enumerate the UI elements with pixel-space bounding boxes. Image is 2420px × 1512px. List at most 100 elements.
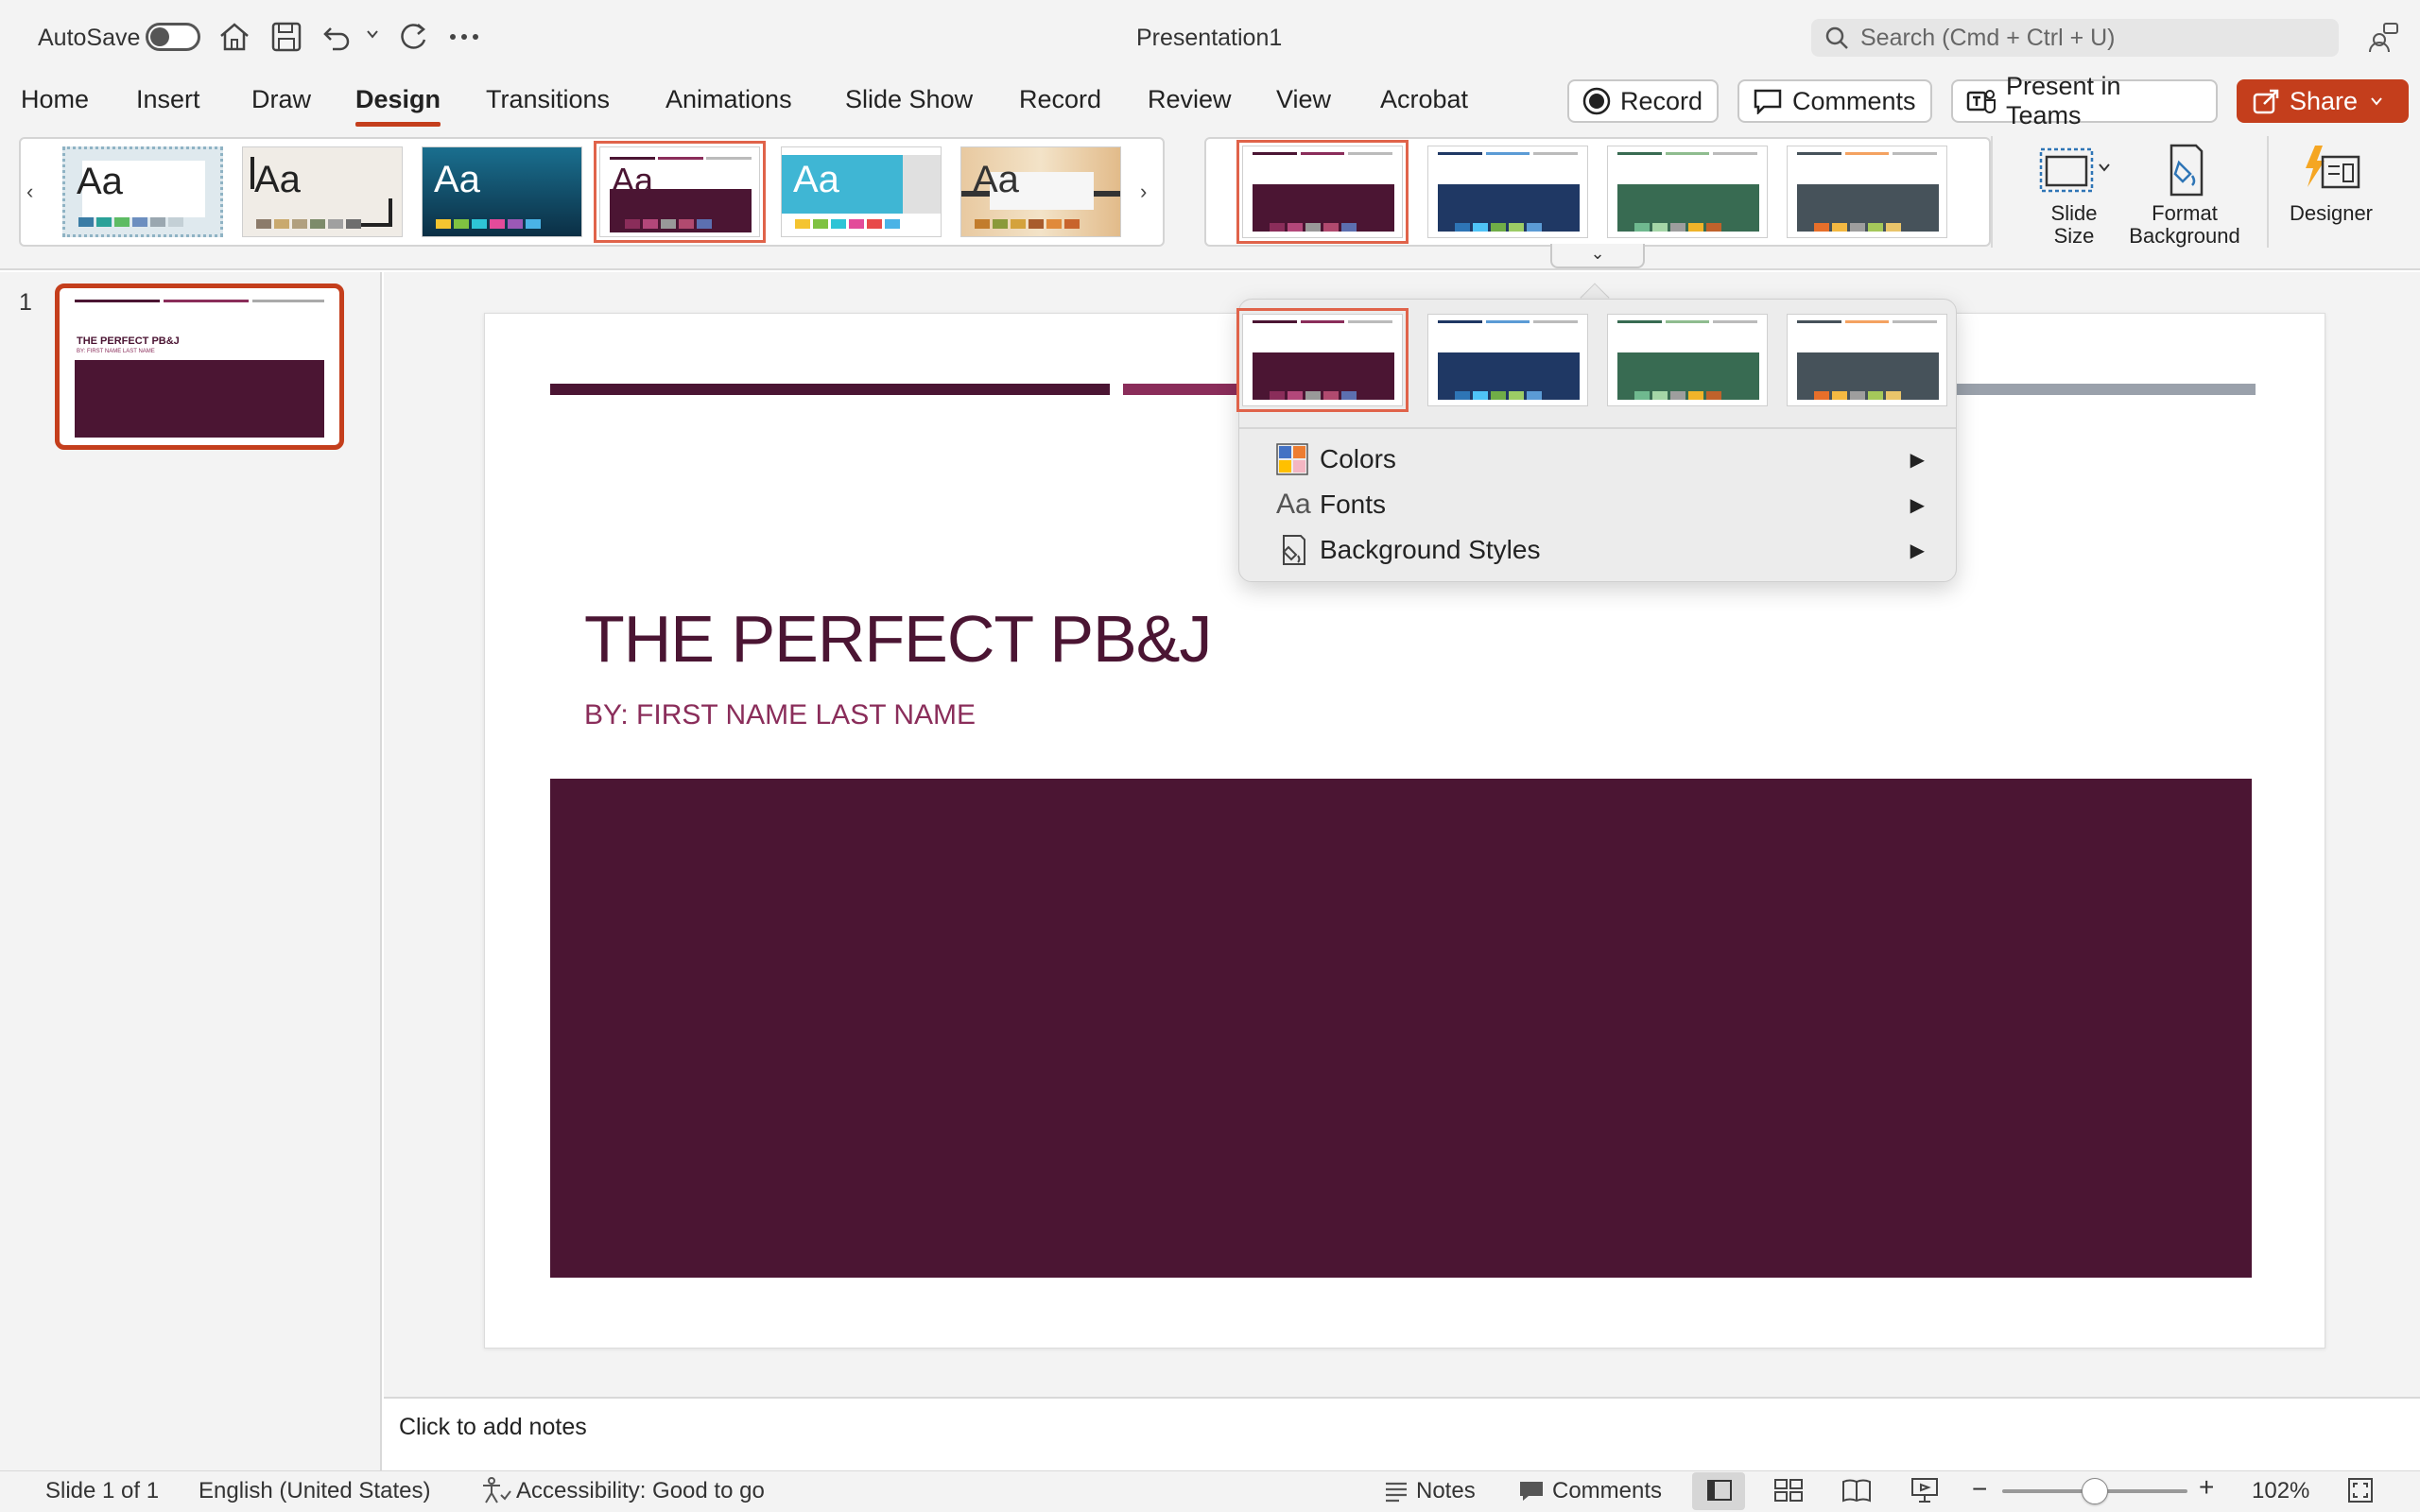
share-icon [2252, 87, 2280, 115]
accessibility-status[interactable]: Accessibility: Good to go [516, 1478, 765, 1504]
comments-button[interactable]: Comments [1737, 79, 1932, 123]
zoom-slider-knob[interactable] [2082, 1478, 2108, 1504]
slide-accent-line [1955, 384, 2256, 395]
slide-sorter-icon[interactable] [1773, 1476, 1804, 1504]
share-button[interactable]: Share [2237, 79, 2409, 123]
theme-facet[interactable]: Aa [781, 146, 942, 237]
undo-dropdown-icon[interactable] [365, 26, 380, 42]
notes-placeholder[interactable]: Click to add notes [399, 1414, 587, 1441]
tab-transitions[interactable]: Transitions [486, 85, 610, 123]
variant-navy[interactable] [1427, 146, 1588, 238]
notes-pane[interactable] [384, 1397, 2420, 1470]
present-in-teams-button[interactable]: Present in Teams [1951, 72, 2218, 129]
normal-view-icon[interactable] [1705, 1476, 1734, 1504]
autosave-toggle[interactable] [146, 23, 200, 51]
theme-aa: Aa [254, 159, 301, 200]
fit-to-window-icon[interactable] [2346, 1476, 2375, 1504]
ribbon-separator [1991, 136, 1993, 248]
tab-animations[interactable]: Animations [666, 85, 792, 123]
slide-thumbnail-1[interactable]: THE PERFECT PB&J BY: FIRST NAME LAST NAM… [55, 284, 344, 450]
tab-acrobat[interactable]: Acrobat [1380, 85, 1468, 123]
variant-green[interactable] [1607, 146, 1768, 238]
search-icon [1824, 26, 1849, 50]
share-label: Share [2290, 86, 2359, 115]
home-icon[interactable] [217, 21, 251, 53]
dropdown-variant-plum[interactable] [1236, 308, 1409, 412]
designer-button[interactable]: Designer [2278, 142, 2384, 225]
search-input[interactable] [1860, 24, 2314, 52]
theme-droplet[interactable]: Aa [62, 146, 223, 237]
theme-swatches [436, 219, 541, 229]
tab-draw[interactable]: Draw [251, 85, 311, 123]
document-title: Presentation1 [1136, 25, 1283, 51]
themes-next-icon[interactable]: › [1140, 180, 1147, 204]
comments-toggle[interactable]: Comments [1552, 1478, 1662, 1504]
theme-savon-selected[interactable]: Aa [594, 141, 766, 243]
tab-home[interactable]: Home [21, 85, 89, 123]
designer-icon [2278, 142, 2384, 202]
menu-item-colors[interactable]: Colors ▶ [1276, 438, 1938, 480]
theme-aa: Aa [793, 159, 839, 200]
zoom-in-icon[interactable]: + [2199, 1472, 2214, 1503]
theme-wood[interactable]: Aa [960, 146, 1121, 237]
search-box[interactable] [1811, 19, 2339, 57]
slide-color-block[interactable] [550, 779, 2252, 1278]
variant-slate[interactable] [1787, 146, 1947, 238]
thumb-subtitle: BY: FIRST NAME LAST NAME [77, 349, 155, 354]
theme-ion[interactable]: Aa [422, 146, 582, 237]
variant-plum-selected[interactable] [1236, 140, 1409, 244]
active-tab-indicator [355, 122, 441, 127]
slide-accent-line [550, 384, 1110, 395]
variants-expand-button[interactable]: ⌄ [1550, 244, 1645, 268]
slide-size-button[interactable]: Slide Size [2032, 142, 2116, 248]
theme-aa: Aa [77, 161, 123, 202]
menu-item-background-styles[interactable]: Background Styles ▶ [1276, 529, 1938, 571]
menu-item-fonts[interactable]: Aa Fonts ▶ [1276, 484, 1938, 525]
language-status[interactable]: English (United States) [199, 1478, 430, 1504]
themes-prev-icon[interactable]: ‹ [26, 180, 33, 204]
dropdown-variant-slate[interactable] [1787, 314, 1947, 406]
slide-size-label-1: Slide [2050, 201, 2098, 225]
tab-insert[interactable]: Insert [136, 85, 200, 123]
tab-design[interactable]: Design [355, 85, 441, 123]
account-icon[interactable] [2367, 21, 2399, 53]
notes-toggle[interactable]: Notes [1416, 1478, 1476, 1504]
comment-icon [1753, 88, 1783, 114]
format-background-label-1: Format [2152, 201, 2218, 225]
record-button[interactable]: Record [1567, 79, 1719, 123]
dropdown-variant-navy[interactable] [1427, 314, 1588, 406]
reading-view-icon[interactable] [1841, 1476, 1872, 1504]
submenu-arrow-icon: ▶ [1910, 494, 1925, 516]
format-background-button[interactable]: Format Background [2127, 142, 2242, 248]
undo-icon[interactable] [321, 21, 354, 53]
theme-swatches [795, 219, 900, 229]
thumb-title: THE PERFECT PB&J [77, 335, 180, 347]
dropdown-variant-green[interactable] [1607, 314, 1768, 406]
theme-frame-bar [251, 157, 254, 189]
save-icon[interactable] [270, 21, 302, 53]
tab-review[interactable]: Review [1148, 85, 1232, 123]
theme-aa: Aa [973, 159, 1019, 200]
redo-icon[interactable] [397, 21, 429, 53]
dropdown-separator [1239, 427, 1956, 429]
teams-icon [1966, 87, 1996, 115]
tab-slide-show[interactable]: Slide Show [845, 85, 973, 123]
theme-swatches [256, 219, 361, 229]
theme-top-lines [610, 157, 752, 160]
tab-record[interactable]: Record [1019, 85, 1101, 123]
tab-view[interactable]: View [1276, 85, 1331, 123]
submenu-arrow-icon: ▶ [1910, 540, 1925, 561]
zoom-level[interactable]: 102% [2252, 1478, 2309, 1504]
slide-show-icon[interactable] [1910, 1476, 1940, 1504]
slide-subtitle[interactable]: BY: FIRST NAME LAST NAME [584, 699, 976, 731]
theme-swatches [975, 219, 1080, 229]
theme-frame[interactable]: Aa [242, 146, 403, 237]
format-background-icon [2127, 142, 2242, 202]
zoom-out-icon[interactable]: − [1972, 1474, 1987, 1504]
slide-title[interactable]: THE PERFECT PB&J [584, 601, 1212, 677]
more-icon[interactable] [448, 32, 480, 42]
notes-icon [1384, 1480, 1409, 1503]
comments-label: Comments [1792, 86, 1916, 115]
theme-side-block [903, 155, 941, 214]
comment-icon [1518, 1480, 1545, 1503]
